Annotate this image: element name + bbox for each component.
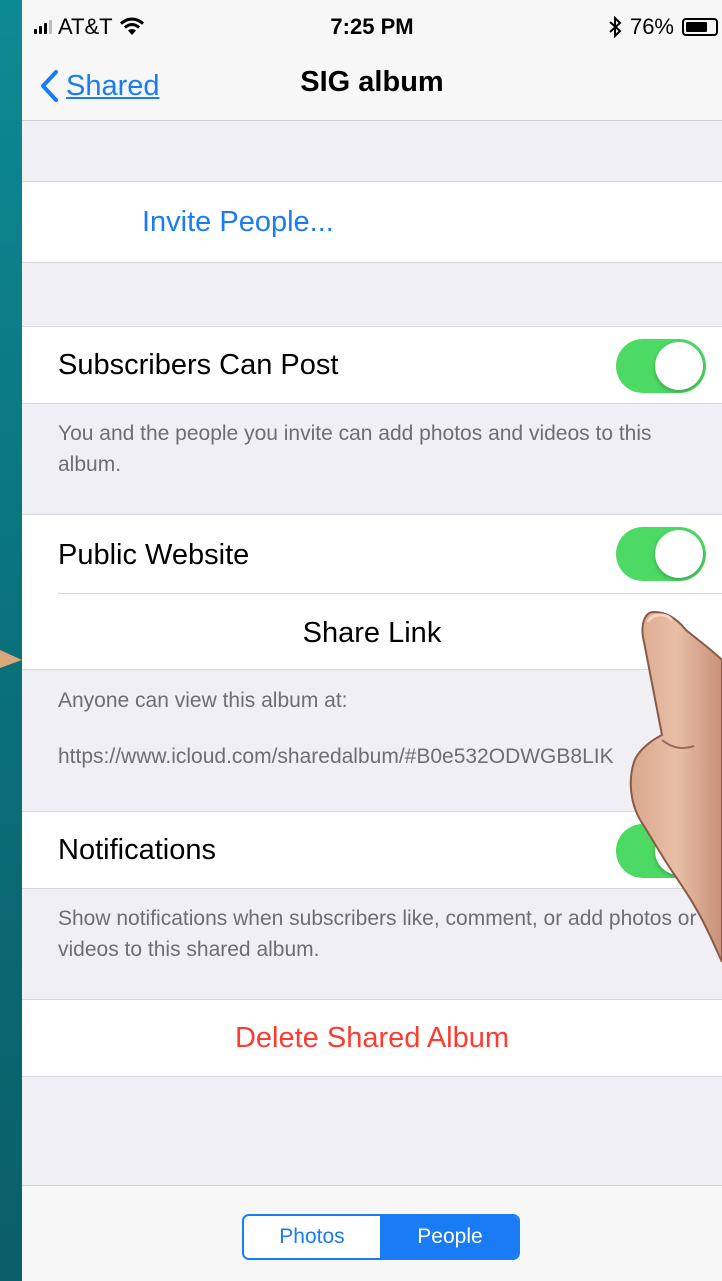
public-website-label: Public Website bbox=[58, 539, 250, 571]
bluetooth-icon bbox=[609, 16, 622, 38]
notifications-toggle[interactable] bbox=[616, 824, 706, 878]
slide-edge-arrow-icon bbox=[0, 640, 22, 675]
notifications-label: Notifications bbox=[58, 834, 216, 866]
public-website-footer-line1: Anyone can view this album at: bbox=[58, 689, 348, 712]
navigation-bar: Shared SIG album bbox=[22, 52, 722, 121]
notifications-footer: Show notifications when subscribers like… bbox=[58, 907, 697, 961]
subscribers-can-post-toggle[interactable] bbox=[616, 339, 706, 393]
public-website-group: Public Website Share Link bbox=[22, 514, 722, 670]
row-divider bbox=[58, 593, 722, 594]
subscribers-can-post-footer: You and the people you invite can add ph… bbox=[58, 422, 652, 476]
toggle-knob bbox=[655, 530, 703, 578]
public-website-toggle[interactable] bbox=[616, 527, 706, 581]
status-right: 76% bbox=[608, 14, 718, 40]
status-bar: AT&T 7:25 PM 76% bbox=[22, 0, 722, 52]
delete-shared-album-row[interactable]: Delete Shared Album bbox=[22, 999, 722, 1077]
public-website-url: https://www.icloud.com/sharedalbum/#B0e5… bbox=[58, 745, 614, 768]
share-link-button[interactable]: Share Link bbox=[22, 617, 722, 650]
toggle-knob bbox=[655, 827, 703, 875]
photos-people-segmented-control[interactable]: Photos People bbox=[242, 1214, 520, 1260]
battery-icon bbox=[682, 18, 718, 36]
phone-screen: AT&T 7:25 PM 76% Shared SIG album Invite… bbox=[22, 0, 722, 1281]
subscribers-can-post-row: Subscribers Can Post bbox=[22, 326, 722, 404]
battery-percent: 76% bbox=[629, 14, 674, 39]
bottom-toolbar: Photos People bbox=[22, 1185, 722, 1281]
subscribers-can-post-label: Subscribers Can Post bbox=[58, 349, 339, 381]
page-title: SIG album bbox=[300, 66, 444, 98]
invite-people-row[interactable]: Invite People... bbox=[22, 181, 722, 263]
segment-photos[interactable]: Photos bbox=[244, 1216, 382, 1258]
invite-people-button[interactable]: Invite People... bbox=[142, 206, 334, 239]
notifications-row: Notifications bbox=[22, 811, 722, 889]
delete-shared-album-button[interactable]: Delete Shared Album bbox=[22, 1022, 722, 1055]
segment-people[interactable]: People bbox=[382, 1216, 518, 1258]
toggle-knob bbox=[655, 342, 703, 390]
battery-fill bbox=[686, 22, 708, 32]
